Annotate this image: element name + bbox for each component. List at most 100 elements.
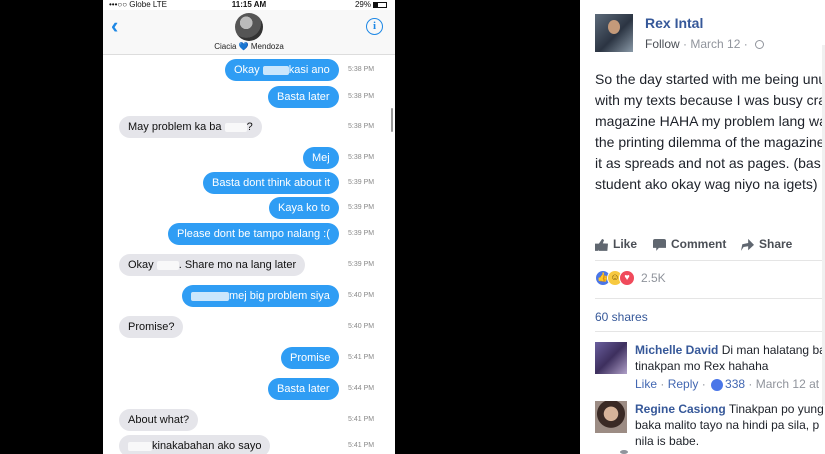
divider: [595, 331, 825, 332]
redaction-mark: [262, 65, 289, 75]
love-reaction-icon: ♥: [619, 270, 635, 286]
post-text-line: So the day started with me being unu: [595, 71, 825, 87]
comment-reply-link[interactable]: Reply: [668, 377, 699, 391]
message-row: About what? 5:41 PM: [103, 409, 395, 431]
more-indicator: [620, 450, 628, 454]
message-timestamp: 5:41 PM: [348, 416, 375, 423]
incoming-message[interactable]: May problem ka ba ?: [119, 116, 262, 138]
message-row: Okay kasi ano 5:38 PM: [103, 59, 395, 81]
comment-text: nila is babe.: [635, 434, 700, 448]
post-text-line: student ako okay wag niyo na igets): [595, 176, 818, 192]
message-timestamp: 5:39 PM: [348, 179, 375, 186]
comment-like-count[interactable]: 338: [725, 377, 745, 391]
thumbs-up-icon: [595, 238, 608, 251]
shares-link[interactable]: 60 shares: [595, 310, 648, 324]
imessage-screen: •••○○ Globe LTE 11:15 AM 29% ‹ Ciacia 💙 …: [103, 0, 395, 454]
author-name[interactable]: Rex Intal: [645, 15, 703, 31]
redaction-mark: [224, 122, 247, 132]
clock: 11:15 AM: [231, 0, 267, 9]
outgoing-message[interactable]: Basta later: [268, 378, 339, 400]
message-timestamp: 5:38 PM: [348, 66, 375, 73]
message-row: May problem ka ba ? 5:38 PM: [103, 116, 395, 138]
battery-icon: [373, 1, 387, 8]
post-text-line: magazine HAHA my problem lang wa: [595, 113, 825, 129]
battery-indicator: 29%: [355, 0, 387, 9]
comment-icon: [653, 238, 666, 251]
contact-name[interactable]: Ciacia 💙 Mendoza: [103, 42, 395, 51]
comment-body: Michelle David Di man halatang ba tinakp…: [635, 342, 825, 392]
comment-actions: Like · Reply · 338 · March 12 at: [635, 377, 820, 391]
scroll-thumb[interactable]: [391, 108, 393, 132]
outgoing-message[interactable]: Kaya ko to: [269, 197, 339, 219]
reaction-count: 2.5K: [641, 271, 666, 285]
message-timestamp: 5:39 PM: [348, 230, 375, 237]
conversation-header: ‹ Ciacia 💙 Mendoza i: [103, 10, 395, 55]
outgoing-message[interactable]: Okay kasi ano: [225, 59, 339, 81]
share-button[interactable]: Share: [741, 235, 792, 253]
outgoing-message[interactable]: Basta later: [268, 86, 339, 108]
comment-text: baka malito tayo na hindi pa sila, p: [635, 418, 820, 432]
comment-button[interactable]: Comment: [653, 235, 726, 253]
message-row: Kaya ko to 5:39 PM: [103, 197, 395, 219]
message-timestamp: 5:40 PM: [348, 292, 375, 299]
message-row: Basta dont think about it 5:39 PM: [103, 172, 395, 194]
outgoing-message[interactable]: mej big problem siya: [182, 285, 339, 307]
message-timestamp: 5:40 PM: [348, 323, 375, 330]
message-row: mej big problem siya 5:40 PM: [103, 285, 395, 307]
incoming-message[interactable]: About what?: [119, 409, 199, 431]
outgoing-message[interactable]: Basta dont think about it: [203, 172, 340, 194]
outgoing-message[interactable]: Please dont be tampo nalang :(: [168, 223, 339, 245]
message-timestamp: 5:38 PM: [348, 154, 375, 161]
like-badge-icon: [711, 378, 724, 391]
comment-date[interactable]: March 12 at: [756, 377, 819, 391]
divider: [595, 260, 825, 261]
message-row: kinakabahan ako sayo 5:41 PM: [103, 435, 395, 454]
blue-heart-icon: 💙: [238, 42, 249, 51]
message-row: Please dont be tampo nalang :( 5:39 PM: [103, 223, 395, 245]
message-row: Basta later 5:44 PM: [103, 378, 395, 400]
message-row: Mej 5:38 PM: [103, 147, 395, 169]
message-timestamp: 5:41 PM: [348, 354, 375, 361]
redaction-mark: [156, 260, 179, 270]
commenter-name[interactable]: Regine Casiong: [635, 402, 726, 416]
author-avatar[interactable]: [595, 14, 633, 52]
redaction-mark: [128, 441, 152, 451]
outgoing-message[interactable]: Promise: [281, 347, 340, 369]
message-row: Promise 5:41 PM: [103, 347, 395, 369]
globe-icon: [755, 40, 765, 50]
incoming-message[interactable]: Promise?: [119, 316, 184, 338]
message-row: Basta later 5:38 PM: [103, 86, 395, 108]
outgoing-message[interactable]: Mej: [303, 147, 339, 169]
post-date[interactable]: March 12: [690, 37, 740, 51]
like-button[interactable]: Like: [595, 235, 637, 253]
back-chevron-icon[interactable]: ‹: [111, 15, 118, 37]
contact-avatar[interactable]: [235, 13, 263, 41]
message-row: Okay . Share mo na lang later 5:39 PM: [103, 254, 395, 276]
commenter-avatar[interactable]: [595, 401, 627, 433]
comment-text: Di man halatang ba: [721, 343, 825, 357]
comment-text: tinakpan mo Rex hahaha: [635, 359, 769, 373]
comment-like-link[interactable]: Like: [635, 377, 657, 391]
message-timestamp: 5:39 PM: [348, 261, 375, 268]
share-icon: [741, 238, 754, 251]
message-row: Promise? 5:40 PM: [103, 316, 395, 338]
message-timestamp: 5:38 PM: [348, 123, 375, 130]
message-timestamp: 5:38 PM: [348, 93, 375, 100]
info-icon[interactable]: i: [366, 18, 383, 35]
incoming-message[interactable]: kinakabahan ako sayo: [119, 435, 271, 454]
follow-link[interactable]: Follow: [645, 37, 680, 51]
comment-body: Regine Casiong Tinakpan po yung baka mal…: [635, 401, 825, 449]
commenter-name[interactable]: Michelle David: [635, 343, 718, 357]
message-timestamp: 5:44 PM: [348, 385, 375, 392]
incoming-message[interactable]: Okay . Share mo na lang later: [119, 254, 306, 276]
message-timestamp: 5:41 PM: [348, 442, 375, 449]
post-text-line: it as spreads and not as pages. (bas: [595, 155, 821, 171]
message-timestamp: 5:39 PM: [348, 204, 375, 211]
facebook-post: Rex Intal Follow · March 12 · So the day…: [580, 0, 825, 454]
comment-text: Tinakpan po yung: [728, 402, 824, 416]
post-meta: Follow · March 12 ·: [645, 37, 765, 51]
redaction-mark: [191, 291, 229, 301]
divider: [595, 298, 825, 299]
post-text-line: with my texts because I was busy cra: [595, 92, 825, 108]
commenter-avatar[interactable]: [595, 342, 627, 374]
